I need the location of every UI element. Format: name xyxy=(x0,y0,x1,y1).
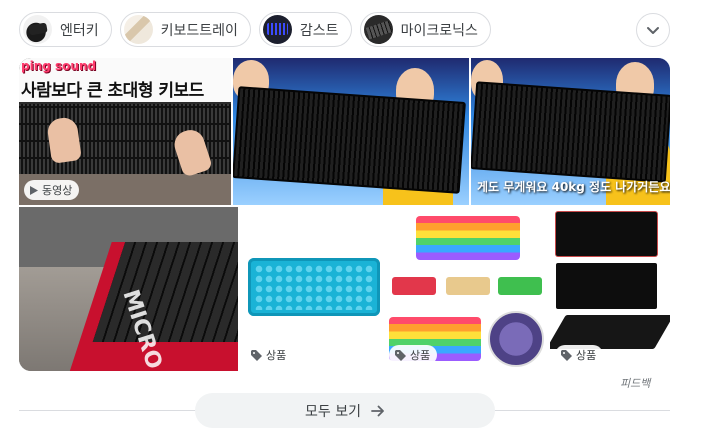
arrow-right-icon xyxy=(371,405,384,416)
feedback-link[interactable]: 피드백 xyxy=(620,375,650,391)
see-all-label: 모두 보기 xyxy=(305,403,361,420)
badge-label: 상품 xyxy=(266,349,287,362)
product-badge: 상품 xyxy=(389,345,438,365)
badge-label: 동영상 xyxy=(42,184,73,197)
badge-label: 상품 xyxy=(576,349,597,362)
image-result[interactable]: MICRO xyxy=(19,207,238,371)
video-badge: 동영상 xyxy=(24,180,80,200)
chip-gamst[interactable]: 감스트 xyxy=(258,12,352,47)
mousepad-image xyxy=(550,315,670,349)
expand-chips-button[interactable] xyxy=(636,13,670,47)
overlay-caption-big: 사람보다 큰 초대형 키보드 xyxy=(21,81,204,101)
mousepad-image xyxy=(556,263,657,309)
keyboard-tray-thumb xyxy=(123,15,153,44)
keyboard-black-thumb xyxy=(23,15,52,44)
image-result[interactable] xyxy=(233,58,469,205)
keyboard-image xyxy=(233,86,466,194)
product-badge: 상품 xyxy=(555,345,604,365)
badge-label: 상품 xyxy=(410,349,431,362)
chip-label: 엔터키 xyxy=(60,22,99,39)
image-result-video[interactable]: ping sound 사람보다 큰 초대형 키보드 동영상 xyxy=(19,58,231,205)
keyboard-image xyxy=(471,81,670,183)
micronics-keyboard-thumb xyxy=(363,15,393,44)
chip-micronics[interactable]: 마이크로닉스 xyxy=(359,12,491,47)
zoom-inset-image xyxy=(488,311,544,367)
divider xyxy=(494,410,670,411)
tag-icon xyxy=(395,349,406,361)
keyboard-image xyxy=(446,277,490,295)
product-badge: 상품 xyxy=(245,345,294,365)
chip-label: 키보드트레이 xyxy=(160,22,238,39)
chip-label: 감스트 xyxy=(299,22,339,39)
chip-label: 마이크로닉스 xyxy=(400,22,478,39)
chip-keyboard-tray[interactable]: 키보드트레이 xyxy=(119,12,251,47)
divider xyxy=(19,410,199,411)
keyboard-image xyxy=(248,258,380,316)
chip-enter-key[interactable]: 엔터키 xyxy=(19,12,112,47)
keyboard-image xyxy=(416,216,520,260)
image-result[interactable]: 게도 무게워요 40kg 정도 나가거든요 xyxy=(471,58,670,205)
keyboard-image xyxy=(392,277,436,295)
shopping-result[interactable]: 상품 xyxy=(240,207,382,371)
see-all-button[interactable]: 모두 보기 xyxy=(195,393,495,428)
chevron-down-icon xyxy=(647,27,659,34)
shopping-result[interactable]: 상품 xyxy=(384,207,548,371)
overlay-caption-small: ping sound xyxy=(21,59,97,73)
shopping-result[interactable]: 상품 xyxy=(550,207,670,371)
keyboard-image xyxy=(498,277,542,295)
tag-icon xyxy=(561,349,572,361)
keyboard-rgb-thumb xyxy=(262,15,292,44)
play-icon xyxy=(30,185,38,195)
tag-icon xyxy=(251,349,262,361)
related-chips-row: 엔터키 키보드트레이 감스트 마이크로닉스 xyxy=(19,12,491,48)
mousepad-image xyxy=(556,212,657,256)
video-subtitle: 게도 무게워요 40kg 정도 나가거든요 xyxy=(477,180,670,194)
